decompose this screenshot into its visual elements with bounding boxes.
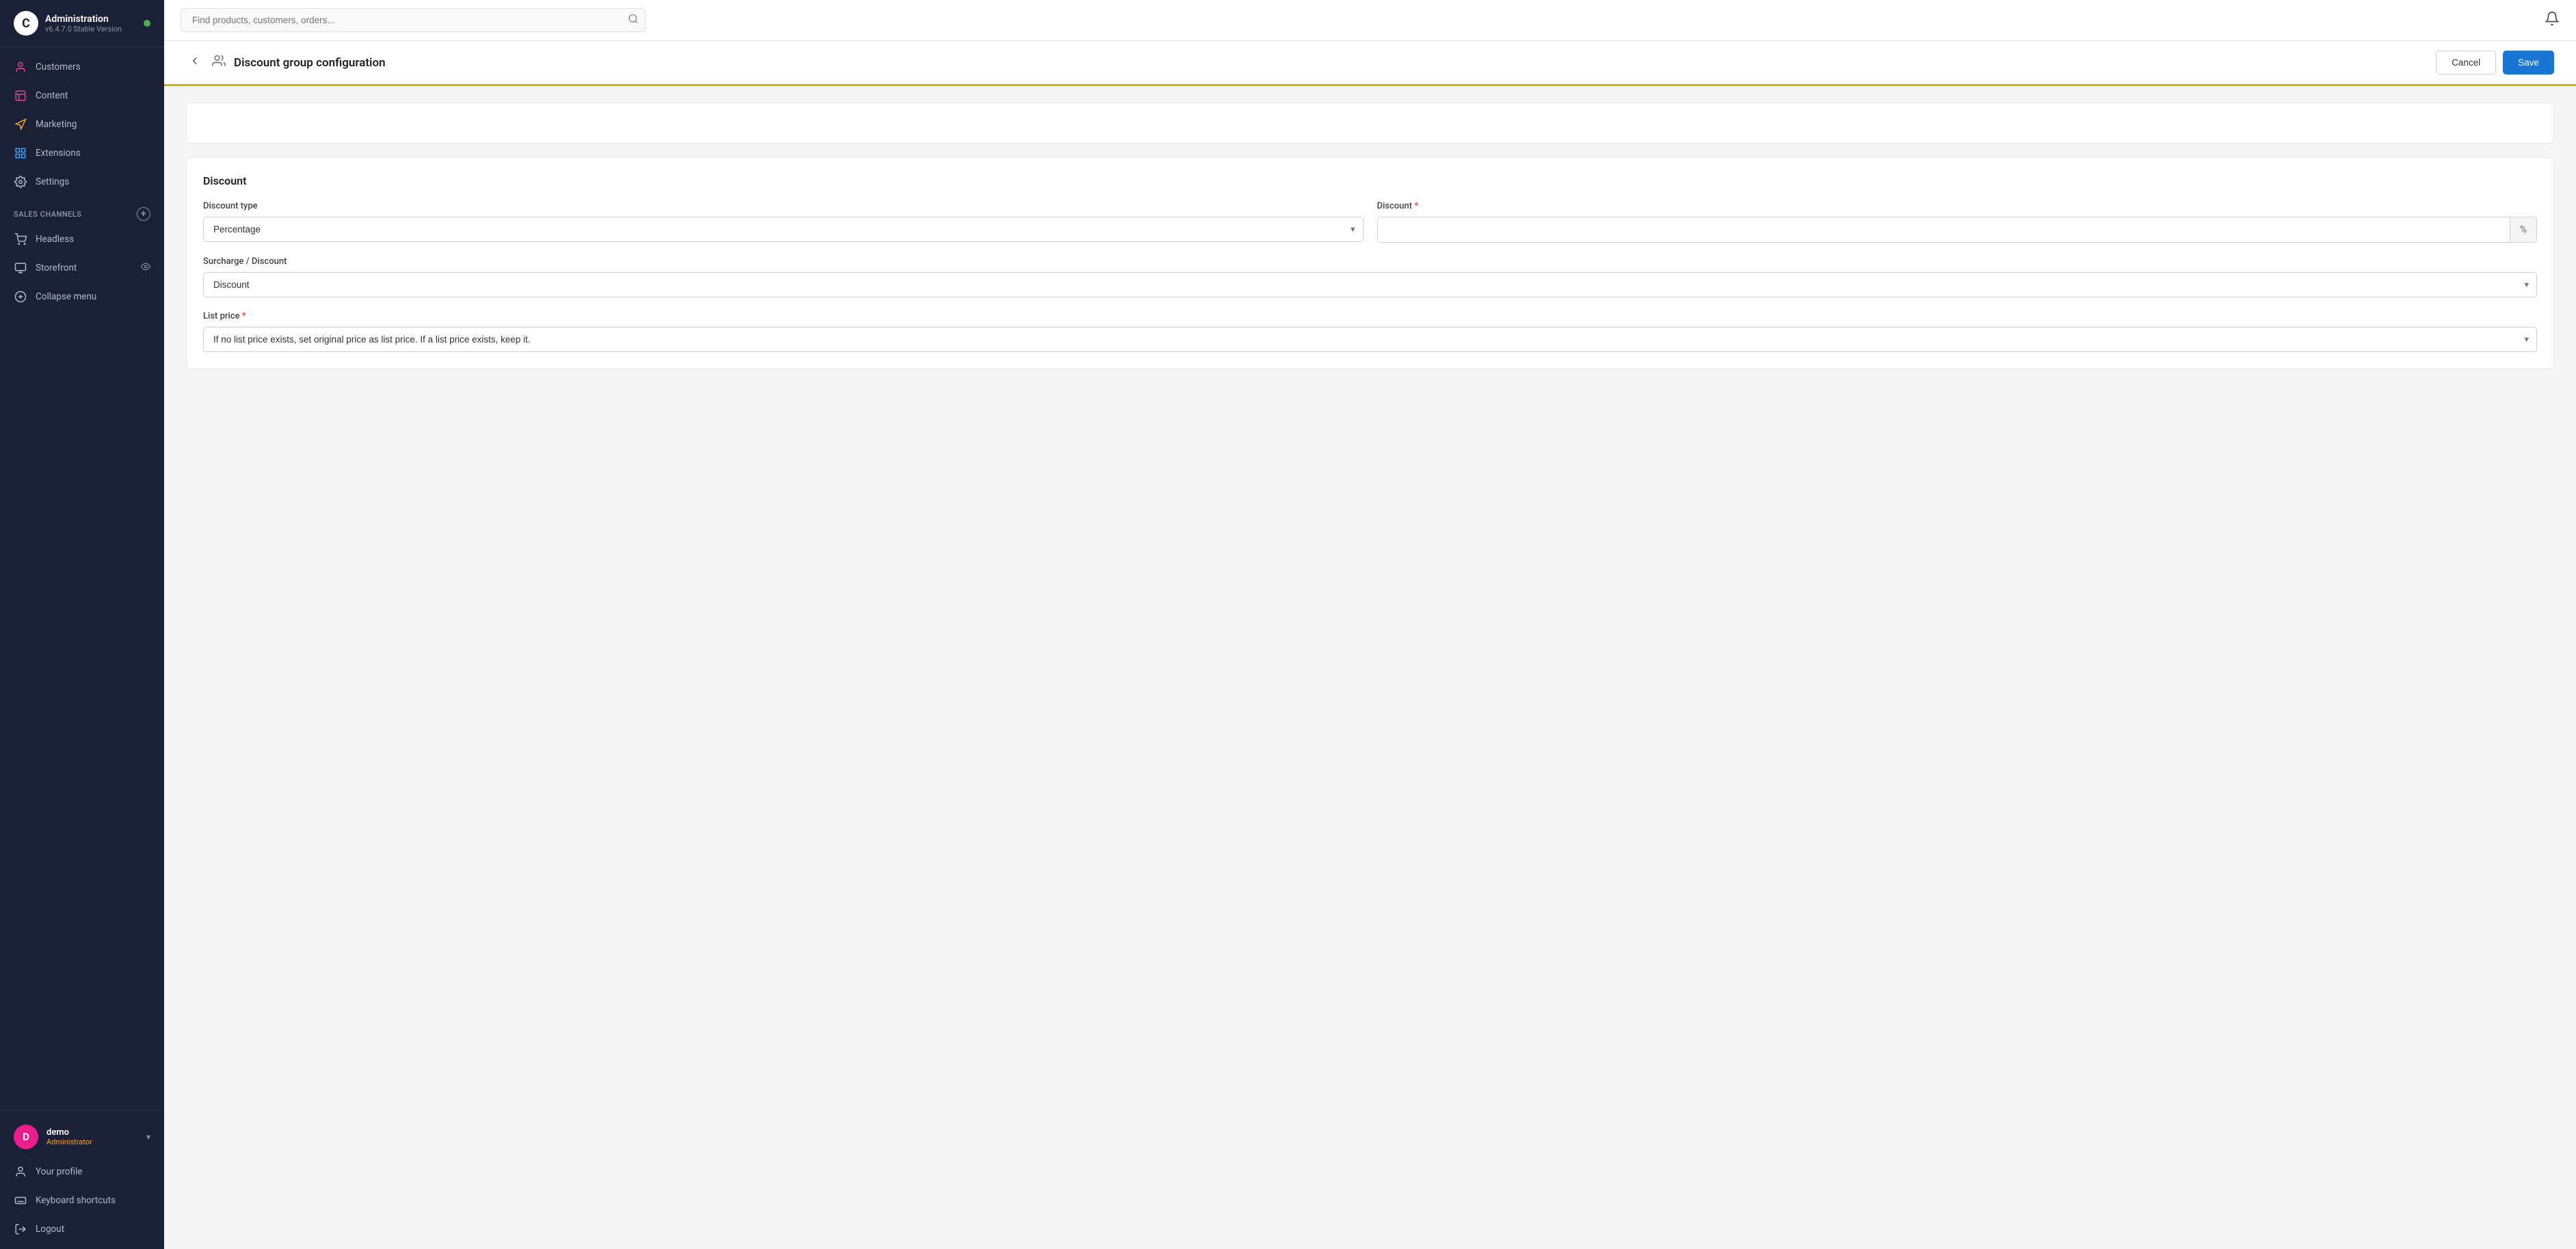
sidebar-item-label: Keyboard shortcuts	[36, 1195, 116, 1206]
discount-suffix: %	[2510, 217, 2536, 242]
page-title: Discount group configuration	[234, 56, 386, 70]
topbar-actions	[2545, 11, 2560, 30]
avatar: D	[14, 1125, 38, 1149]
required-indicator: *	[1414, 201, 1418, 211]
storefront-icon	[14, 261, 27, 275]
discount-section-title: Discount	[203, 174, 2537, 187]
user-info: demo Administrator	[47, 1127, 138, 1146]
discount-input[interactable]: 25	[1378, 217, 2510, 242]
content-icon	[14, 89, 27, 103]
add-sales-channel-button[interactable]: +	[137, 207, 150, 221]
required-indicator: *	[242, 311, 246, 321]
brand-info: Administration v6.4.7.0 Stable Version	[45, 14, 137, 33]
surcharge-select-wrapper: Discount Surcharge ▾	[203, 272, 2537, 297]
sidebar-item-label: Settings	[36, 176, 69, 187]
surcharge-discount-group: Surcharge / Discount Discount Surcharge …	[203, 256, 2537, 297]
sidebar-header: C Administration v6.4.7.0 Stable Version	[0, 0, 164, 47]
profile-icon	[14, 1165, 27, 1179]
eye-icon[interactable]	[141, 262, 150, 274]
sidebar-item-label: Storefront	[36, 263, 77, 273]
brand-name: Administration	[45, 14, 137, 25]
keyboard-icon	[14, 1194, 27, 1207]
extensions-icon	[14, 146, 27, 160]
notifications-button[interactable]	[2545, 11, 2560, 30]
sidebar-item-settings[interactable]: Settings	[0, 167, 164, 196]
marketing-icon	[14, 118, 27, 131]
page-header-left: Discount group configuration	[186, 52, 386, 73]
discount-type-select-wrapper: Percentage Fixed ▾	[203, 217, 1364, 242]
main-content: Discount group configuration Cancel Save…	[164, 0, 2576, 1249]
discount-type-group: Discount type Percentage Fixed ▾	[203, 201, 1364, 243]
sidebar: C Administration v6.4.7.0 Stable Version…	[0, 0, 164, 1249]
discount-label: Discount *	[1377, 201, 2538, 211]
page-header-actions: Cancel Save	[2436, 51, 2554, 75]
discount-value-group: Discount * 25 %	[1377, 201, 2538, 243]
sidebar-item-customers[interactable]: Customers	[0, 53, 164, 81]
users-icon	[212, 54, 226, 71]
discount-type-select[interactable]: Percentage Fixed	[203, 217, 1364, 242]
list-price-select-wrapper: If no list price exists, set original pr…	[203, 327, 2537, 352]
settings-icon	[14, 175, 27, 189]
discount-type-label: Discount type	[203, 201, 1364, 211]
list-price-group: List price * If no list price exists, se…	[203, 311, 2537, 352]
sidebar-item-label: Marketing	[36, 119, 77, 130]
user-role: Administrator	[47, 1138, 138, 1146]
content-area: Discount Discount type Percentage Fixed …	[164, 86, 2576, 1249]
surcharge-select[interactable]: Discount Surcharge	[203, 272, 2537, 297]
sidebar-footer: D demo Administrator ▾ Your profile Keyb…	[0, 1110, 164, 1249]
search-container	[181, 8, 646, 32]
customers-icon	[14, 60, 27, 74]
sidebar-item-content[interactable]: Content	[0, 81, 164, 110]
sidebar-item-marketing[interactable]: Marketing	[0, 110, 164, 139]
logout-icon	[14, 1222, 27, 1236]
list-price-select[interactable]: If no list price exists, set original pr…	[203, 327, 2537, 352]
topbar	[164, 0, 2576, 41]
sidebar-item-collapse-menu[interactable]: Collapse menu	[0, 282, 164, 311]
brand-logo: C	[14, 11, 38, 36]
sidebar-item-extensions[interactable]: Extensions	[0, 139, 164, 167]
sidebar-item-label: Extensions	[36, 148, 81, 159]
sidebar-item-label: Content	[36, 90, 68, 101]
main-nav: Customers Content Marketing Extensions S…	[0, 47, 164, 1110]
sidebar-item-label: Headless	[36, 234, 74, 245]
sidebar-item-label: Collapse menu	[36, 291, 96, 302]
headless-icon	[14, 232, 27, 246]
sales-channels-section: Sales Channels +	[0, 196, 164, 225]
sidebar-item-storefront[interactable]: Storefront	[0, 254, 164, 282]
discount-type-row: Discount type Percentage Fixed ▾ Discoun…	[203, 201, 2537, 243]
page-header: Discount group configuration Cancel Save	[164, 41, 2576, 86]
sidebar-item-label: Customers	[36, 62, 81, 72]
collapse-icon	[14, 290, 27, 304]
sidebar-item-logout[interactable]: Logout	[0, 1215, 164, 1244]
search-input[interactable]	[181, 8, 646, 32]
sidebar-item-label: Logout	[36, 1224, 64, 1235]
list-price-label: List price *	[203, 311, 2537, 321]
cancel-button[interactable]: Cancel	[2436, 51, 2496, 75]
sidebar-item-keyboard-shortcuts[interactable]: Keyboard shortcuts	[0, 1186, 164, 1215]
save-button[interactable]: Save	[2503, 51, 2554, 75]
search-button[interactable]	[628, 13, 639, 27]
brand-version: v6.4.7.0 Stable Version	[45, 25, 137, 33]
user-name: demo	[47, 1127, 138, 1138]
sidebar-item-headless[interactable]: Headless	[0, 225, 164, 254]
status-dot	[144, 20, 150, 27]
back-button[interactable]	[186, 52, 204, 73]
discount-card: Discount Discount type Percentage Fixed …	[186, 157, 2554, 369]
chevron-down-icon: ▾	[146, 1132, 150, 1142]
discount-input-wrapper: 25 %	[1377, 217, 2538, 243]
surcharge-label: Surcharge / Discount	[203, 256, 2537, 267]
user-section[interactable]: D demo Administrator ▾	[0, 1116, 164, 1157]
top-section-card	[186, 103, 2554, 144]
sidebar-item-label: Your profile	[36, 1166, 82, 1177]
sidebar-item-your-profile[interactable]: Your profile	[0, 1157, 164, 1186]
